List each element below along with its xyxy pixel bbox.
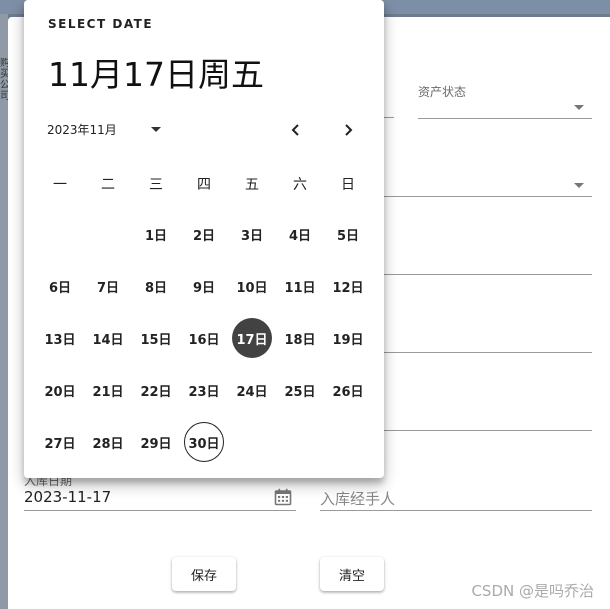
day-cell[interactable]: 18日 bbox=[280, 318, 320, 358]
sliver-char: 买 bbox=[0, 69, 8, 80]
day-cell[interactable]: 24日 bbox=[232, 370, 272, 410]
stock-in-date-value[interactable]: 2023-11-17 bbox=[24, 488, 111, 506]
day-cell[interactable]: 21日 bbox=[88, 370, 128, 410]
day-cell[interactable]: 27日 bbox=[40, 422, 80, 462]
day-cell[interactable]: 9日 bbox=[184, 266, 224, 306]
field-underline bbox=[384, 274, 592, 275]
weekday-label: 三 bbox=[149, 177, 163, 193]
text-field[interactable] bbox=[384, 325, 594, 355]
day-cell[interactable]: 29日 bbox=[136, 422, 176, 462]
day-cell[interactable]: 14日 bbox=[88, 318, 128, 358]
secondary-select[interactable] bbox=[384, 167, 594, 199]
day-cell[interactable]: 23日 bbox=[184, 370, 224, 410]
field-underline bbox=[384, 430, 592, 431]
picker-selected-date: 11月17日周五 bbox=[48, 55, 264, 94]
day-cell[interactable]: 3日 bbox=[232, 214, 272, 254]
month-year-selector[interactable]: 2023年11月 bbox=[47, 121, 117, 138]
chevron-left-icon[interactable] bbox=[282, 116, 310, 144]
sliver-char: 公 bbox=[0, 80, 8, 91]
picker-header-label: SELECT DATE bbox=[48, 17, 154, 31]
text-field[interactable] bbox=[384, 247, 594, 277]
weekday-label: 六 bbox=[293, 177, 307, 193]
day-cell[interactable]: 1日 bbox=[136, 214, 176, 254]
weekday-label: 二 bbox=[101, 177, 115, 193]
day-cell[interactable]: 30日 bbox=[184, 422, 224, 462]
day-cell[interactable]: 15日 bbox=[136, 318, 176, 358]
field-underline bbox=[320, 510, 592, 511]
day-cell[interactable]: 13日 bbox=[40, 318, 80, 358]
day-cell-selected[interactable]: 17日 bbox=[232, 318, 272, 358]
weekday-label: 四 bbox=[197, 177, 211, 193]
background-page-sliver bbox=[0, 14, 8, 609]
save-button[interactable]: 保存 bbox=[172, 557, 236, 591]
day-cell[interactable]: 7日 bbox=[88, 266, 128, 306]
field-underline bbox=[384, 117, 394, 118]
weekday-label: 一 bbox=[53, 177, 67, 193]
day-cell[interactable]: 22日 bbox=[136, 370, 176, 410]
background-page-text: 购 买 公 司 bbox=[0, 58, 8, 102]
field-underline bbox=[418, 118, 592, 119]
field-underline bbox=[384, 196, 592, 197]
day-cell[interactable]: 16日 bbox=[184, 318, 224, 358]
weekday-label: 五 bbox=[245, 177, 259, 193]
weekday-label: 日 bbox=[341, 177, 355, 193]
day-cell[interactable]: 19日 bbox=[328, 318, 368, 358]
day-cell[interactable]: 8日 bbox=[136, 266, 176, 306]
date-picker: SELECT DATE 11月17日周五 2023年11月 一 二 三 四 五 六 日 1日… bbox=[24, 0, 384, 478]
sliver-char: 购 bbox=[0, 58, 8, 69]
day-cell[interactable]: 12日 bbox=[328, 266, 368, 306]
field-underline bbox=[24, 510, 296, 511]
day-cell[interactable]: 6日 bbox=[40, 266, 80, 306]
calendar-icon[interactable] bbox=[274, 488, 292, 506]
day-cell[interactable]: 26日 bbox=[328, 370, 368, 410]
day-cell[interactable]: 5日 bbox=[328, 214, 368, 254]
handler-placeholder: 入库经手人 bbox=[320, 490, 396, 508]
field-underline bbox=[384, 352, 592, 353]
day-cell[interactable]: 25日 bbox=[280, 370, 320, 410]
day-cell[interactable]: 10日 bbox=[232, 266, 272, 306]
day-cell[interactable]: 4日 bbox=[280, 214, 320, 254]
chevron-down-icon[interactable] bbox=[574, 183, 584, 188]
asset-status-select[interactable]: 资产状态 bbox=[418, 79, 594, 121]
caret-down-icon[interactable] bbox=[151, 127, 161, 132]
day-cell[interactable]: 2日 bbox=[184, 214, 224, 254]
day-cell[interactable]: 20日 bbox=[40, 370, 80, 410]
day-cell[interactable]: 11日 bbox=[280, 266, 320, 306]
text-field[interactable] bbox=[384, 403, 594, 433]
chevron-down-icon[interactable] bbox=[574, 105, 584, 110]
chevron-right-icon[interactable] bbox=[334, 116, 362, 144]
watermark: CSDN @是吗乔治 bbox=[471, 582, 594, 600]
sliver-char: 司 bbox=[0, 91, 8, 102]
day-cell[interactable]: 28日 bbox=[88, 422, 128, 462]
clear-button[interactable]: 清空 bbox=[320, 557, 384, 591]
asset-status-label: 资产状态 bbox=[418, 85, 467, 99]
